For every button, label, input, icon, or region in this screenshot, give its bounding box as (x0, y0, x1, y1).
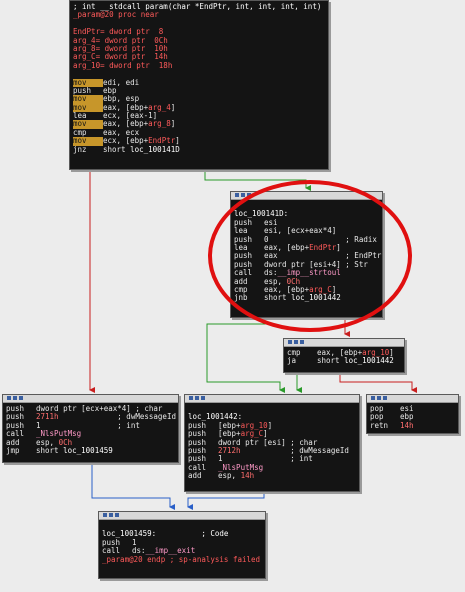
code-lines: pop esi pop ebp retn 14h (367, 403, 458, 432)
operands: short loc_100141D (103, 144, 180, 154)
mnemonic: jnz (73, 144, 87, 154)
annotation-circle (208, 180, 412, 332)
mnemonic: add (188, 471, 202, 481)
block-header (284, 339, 404, 347)
code-lines: loc_1001442: push [ebp+arg_10] push [ebp+arg… (185, 403, 359, 483)
code-line[interactable]: arg_10= dword ptr 18h (73, 60, 325, 70)
code-line[interactable]: push 1 ; int (6, 421, 175, 430)
operands: short loc_1001442 (317, 356, 394, 366)
edge-n2-n5 (339, 373, 417, 393)
code-block-error-2711[interactable]: push dword ptr [ecx+eax*4] ; char push 2711… (2, 394, 179, 463)
code-text: _param@20 proc near (73, 10, 159, 20)
code-line[interactable]: push [ebp+arg_10] (188, 421, 356, 430)
code-line[interactable]: add esp, 14h (188, 471, 356, 481)
code-line[interactable]: _param@20 proc near (73, 10, 325, 20)
code-block-loc-1001442[interactable]: loc_1001442: push [ebp+arg_10] push [ebp+arg… (184, 394, 360, 492)
mnemonic: ja (287, 356, 297, 366)
operands: 14h (400, 420, 414, 430)
code-line[interactable]: push 1 ; int (188, 454, 356, 463)
code-lines: loc_1001459: ; Code push 1 call ds:__imp__ex… (99, 520, 265, 566)
edge-n4-n6 (187, 492, 265, 510)
mnemonic: jmp (6, 445, 20, 455)
code-block-loc-1001459[interactable]: loc_1001459: ; Code push 1 call ds:__imp__ex… (98, 511, 266, 579)
code-block-entry[interactable]: ; int __stdcall param(char *EndPtr, int,… (69, 0, 329, 170)
code-label: loc_1001442: (188, 412, 243, 422)
mnemonic: retn (370, 420, 389, 430)
code-line[interactable]: jnz short loc_100141D (73, 144, 325, 154)
block-header (185, 395, 359, 403)
block-header (99, 512, 265, 520)
code-line[interactable]: loc_1001459: ; Code (102, 529, 262, 539)
code-text: _param@20 endp ; sp-analysis failed (102, 554, 261, 564)
edge-n3-n6 (91, 463, 175, 510)
block-header (3, 395, 178, 403)
operands: edi, edi (103, 77, 140, 87)
code-line[interactable]: ja short loc_1001442 (287, 356, 401, 366)
code-label: loc_1001459: ; Code (102, 529, 229, 539)
code-lines: push dword ptr [ecx+eax*4] ; char push 2711… (3, 403, 178, 457)
code-lines: ; int __stdcall param(char *EndPtr, int,… (70, 1, 328, 156)
code-block-return[interactable]: pop esi pop ebp retn 14h (366, 394, 459, 434)
operands: esp, 14h (218, 471, 255, 481)
code-line[interactable]: loc_1001442: (188, 412, 356, 422)
code-lines: cmp eax, [ebp+arg_10] ja short loc_1001442 (284, 347, 404, 368)
code-line[interactable]: _param@20 endp ; sp-analysis failed (102, 554, 262, 564)
code-block-compare-arg10[interactable]: cmp eax, [ebp+arg_10] ja short loc_1001442 (283, 338, 405, 373)
code-text: arg_10= dword ptr 18h (73, 60, 173, 70)
code-line[interactable]: retn 14h (370, 420, 455, 430)
block-header (367, 395, 458, 403)
code-line[interactable]: jmp short loc_1001459 (6, 445, 175, 455)
operands: short loc_1001459 (36, 445, 113, 455)
code-line[interactable]: call _NlsPutMsg (188, 463, 356, 472)
code-line[interactable]: call _NlsPutMsg (6, 429, 175, 438)
